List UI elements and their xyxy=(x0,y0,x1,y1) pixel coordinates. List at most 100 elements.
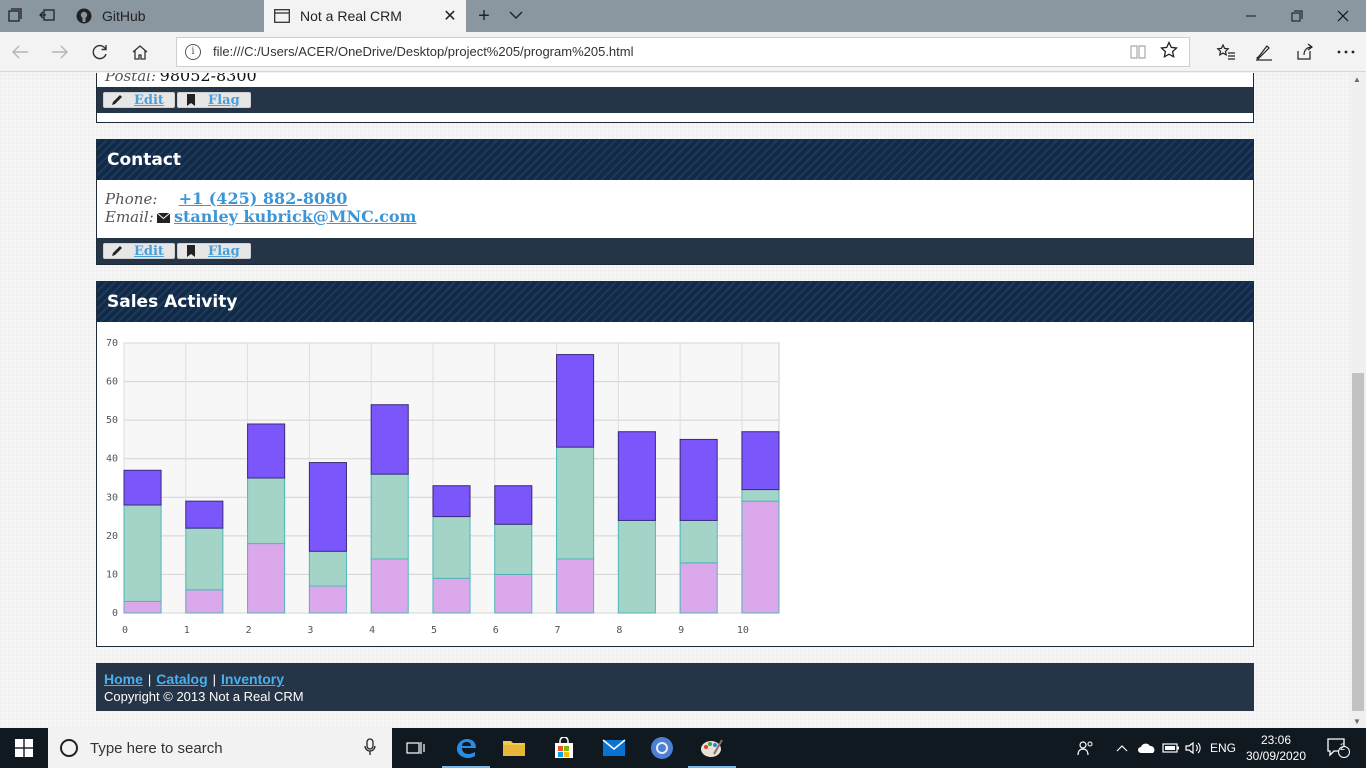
edit-button[interactable]: Edit xyxy=(103,92,175,108)
contact-panel: Contact Phone: +1 (425) 882-8080 Email: … xyxy=(96,139,1254,265)
footer-link-catalog[interactable]: Catalog xyxy=(156,671,207,687)
title-bar: GitHub Not a Real CRM ✕ + xyxy=(0,0,1366,32)
email-link[interactable]: stanley kubrick@MNC.com xyxy=(174,207,416,226)
more-options-icon[interactable] xyxy=(1334,40,1358,64)
tab-not-a-real-crm[interactable]: Not a Real CRM ✕ xyxy=(264,0,466,32)
battery-icon[interactable] xyxy=(1160,728,1182,768)
chart-bar-segment xyxy=(308,585,347,614)
reading-view-icon[interactable] xyxy=(1129,44,1147,60)
address-toolbar-actions: Edit Flag xyxy=(97,87,1253,113)
file-explorer-icon[interactable] xyxy=(490,728,538,768)
tab-actions-icon[interactable] xyxy=(6,7,24,25)
chart-bar-segment xyxy=(432,577,471,614)
panel-title: Contact xyxy=(97,140,1253,180)
paint-icon[interactable] xyxy=(688,728,736,768)
chart-x-tick-label: 3 xyxy=(307,625,313,636)
chart-x-tick-label: 10 xyxy=(737,625,749,636)
set-aside-tabs-icon[interactable] xyxy=(38,7,56,25)
info-icon[interactable]: i xyxy=(185,44,201,60)
copyright-text: Copyright © 2013 Not a Real CRM xyxy=(104,689,304,704)
new-tab-icon[interactable]: + xyxy=(474,6,494,26)
system-clock[interactable]: 23:06 30/09/2020 xyxy=(1240,732,1312,764)
flag-link[interactable]: Flag xyxy=(208,244,240,259)
chart-bar-segment xyxy=(308,462,347,552)
edit-link[interactable]: Edit xyxy=(134,93,164,108)
chart-bar-segment xyxy=(247,423,286,479)
home-icon[interactable] xyxy=(128,40,152,64)
store-icon[interactable] xyxy=(540,728,588,768)
chart-bar-segment xyxy=(556,354,595,448)
postal-label: Postal: xyxy=(105,73,157,85)
people-icon[interactable] xyxy=(1074,728,1098,768)
bookmark-icon xyxy=(184,93,198,107)
chart-y-tick-label: 0 xyxy=(112,608,118,619)
vertical-scrollbar[interactable]: ▲ ▼ xyxy=(1350,73,1366,728)
sales-activity-chart: 0 10 20 30 40 50 60 70 0 1 2 3 4 5 6 7 8 9 10 xyxy=(106,338,780,636)
envelope-icon xyxy=(157,211,171,226)
chart-bar-segment xyxy=(741,431,780,491)
tab-github[interactable]: GitHub xyxy=(66,0,264,32)
restore-icon[interactable] xyxy=(1274,0,1320,32)
chrome-icon[interactable] xyxy=(638,728,686,768)
windows-start-icon[interactable] xyxy=(0,728,48,768)
pencil-icon xyxy=(110,244,124,258)
close-tab-icon[interactable]: ✕ xyxy=(440,6,460,26)
chart-bar-segment xyxy=(247,543,286,614)
favorites-list-icon[interactable] xyxy=(1214,40,1238,64)
scroll-down-icon[interactable]: ▼ xyxy=(1353,717,1361,726)
close-window-icon[interactable] xyxy=(1320,0,1366,32)
chart-y-tick-label: 10 xyxy=(106,569,118,580)
address-toolbar: i file:///C:/Users/ACER/OneDrive/Desktop… xyxy=(0,32,1366,72)
mail-icon[interactable] xyxy=(590,728,638,768)
share-icon[interactable] xyxy=(1292,40,1316,64)
scroll-up-icon[interactable]: ▲ xyxy=(1353,75,1361,84)
url-text[interactable]: file:///C:/Users/ACER/OneDrive/Desktop/p… xyxy=(213,44,634,59)
taskbar-search-box[interactable]: Type here to search xyxy=(48,728,392,768)
back-arrow-icon[interactable] xyxy=(8,40,32,64)
chart-x-tick-label: 4 xyxy=(369,625,375,636)
language-indicator[interactable]: ENG xyxy=(1206,728,1240,768)
edge-browser-icon[interactable] xyxy=(442,728,490,768)
task-view-icon[interactable] xyxy=(392,728,440,768)
chart-y-tick-label: 40 xyxy=(106,454,118,465)
scrollbar-thumb[interactable] xyxy=(1352,373,1364,711)
chart-bar-segment xyxy=(308,550,347,587)
action-center-icon[interactable]: 2 xyxy=(1318,728,1358,768)
chart-bar-segment xyxy=(494,485,533,525)
forward-arrow-icon[interactable] xyxy=(48,40,72,64)
onedrive-cloud-icon[interactable] xyxy=(1136,728,1158,768)
phone-label: Phone: xyxy=(105,190,158,208)
chart-bar-segment xyxy=(679,562,718,614)
chart-bar-segment xyxy=(741,489,780,502)
minimize-icon[interactable] xyxy=(1228,0,1274,32)
address-panel: Postal: 98052-8300 Edit Flag xyxy=(96,73,1254,123)
show-hidden-icons-chevron-up-icon[interactable] xyxy=(1112,728,1132,768)
phone-link[interactable]: +1 (425) 882-8080 xyxy=(179,189,348,208)
chart-y-tick-label: 30 xyxy=(106,492,118,503)
chart-x-tick-label: 0 xyxy=(122,625,128,636)
chart-bar-segment xyxy=(556,446,595,560)
edit-button[interactable]: Edit xyxy=(103,243,175,259)
footer-link-home[interactable]: Home xyxy=(104,671,143,687)
star-icon[interactable] xyxy=(1159,40,1179,61)
flag-button[interactable]: Flag xyxy=(177,243,251,259)
pen-notes-icon[interactable] xyxy=(1252,40,1276,64)
chart-y-tick-label: 50 xyxy=(106,415,118,426)
address-bar[interactable]: i file:///C:/Users/ACER/OneDrive/Desktop… xyxy=(176,37,1190,67)
flag-link[interactable]: Flag xyxy=(208,93,240,108)
cortana-icon xyxy=(60,739,78,757)
volume-icon[interactable] xyxy=(1183,728,1205,768)
microphone-icon[interactable] xyxy=(360,737,380,759)
edit-link[interactable]: Edit xyxy=(134,244,164,259)
email-label: Email: xyxy=(105,208,154,226)
footer-link-inventory[interactable]: Inventory xyxy=(221,671,284,687)
refresh-icon[interactable] xyxy=(88,40,112,64)
flag-button[interactable]: Flag xyxy=(177,92,251,108)
chevron-down-icon[interactable] xyxy=(506,6,526,26)
chart-x-tick-label: 5 xyxy=(431,625,437,636)
chart-x-tick-label: 6 xyxy=(493,625,499,636)
chart-bar-segment xyxy=(494,573,533,614)
chart-bar-segment xyxy=(432,516,471,579)
chart-bar-segment xyxy=(432,485,471,518)
tab-label: Not a Real CRM xyxy=(300,8,402,24)
